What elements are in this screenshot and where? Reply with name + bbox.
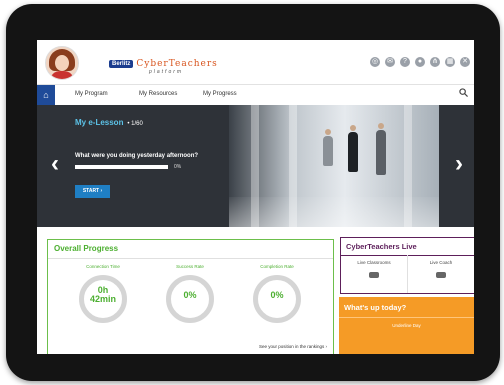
- brand-name: CyberTeachers: [136, 59, 218, 69]
- nav-my-progress[interactable]: My Progress: [203, 91, 237, 97]
- stat-value: 0%: [183, 290, 197, 300]
- completion-rate-stat: Completion Rate 0%: [242, 264, 312, 323]
- question-icon[interactable]: ?: [400, 57, 410, 67]
- stat-value: 0%: [270, 290, 284, 300]
- lesson-question: What were you doing yesterday afternoon?: [75, 153, 199, 159]
- stat-label: Success Rate: [176, 264, 204, 269]
- progress-ring: 0h 42min: [79, 275, 127, 323]
- progress-ring: 0%: [253, 275, 301, 323]
- top-bar: Berlitz CyberTeachers platform ◎ ✉ ? ● ⋔…: [37, 40, 474, 84]
- stat-label: Connection Time: [86, 264, 120, 269]
- nav-my-resources[interactable]: My Resources: [139, 91, 177, 97]
- rankings-link-label: See your position in the rankings: [258, 344, 325, 349]
- stat-label: Completion Rate: [260, 264, 294, 269]
- home-icon[interactable]: ⌂: [37, 85, 55, 105]
- rankings-link[interactable]: See your position in the rankings ›: [259, 344, 327, 349]
- chevron-right-icon: ›: [100, 188, 103, 194]
- connection-time-stat: Connection Time 0h 42min: [68, 264, 138, 323]
- main-nav: ⌂ My Program My Resources My Progress: [37, 84, 474, 106]
- progress-ring: 0%: [166, 275, 214, 323]
- lesson-count: 1/60: [131, 121, 143, 127]
- e-lesson-banner: ‹ › My e-Lesson • 1/60 What were you doi…: [37, 105, 474, 227]
- success-rate-stat: Success Rate 0%: [155, 264, 225, 323]
- today-subtitle: Underline Day: [392, 323, 421, 328]
- live-classrooms-button[interactable]: Live Classrooms: [341, 260, 407, 278]
- app-screen: Berlitz CyberTeachers platform ◎ ✉ ? ● ⋔…: [37, 40, 474, 354]
- live-coach-label: Live Coach: [429, 260, 453, 265]
- chevron-right-icon: ›: [325, 344, 328, 349]
- berlitz-logo: Berlitz: [109, 60, 134, 68]
- overall-progress-panel: Overall Progress Connection Time 0h 42mi…: [47, 239, 334, 354]
- search-icon[interactable]: [459, 88, 468, 97]
- live-coach-button[interactable]: Live Coach: [408, 260, 474, 278]
- overall-progress-title: Overall Progress: [54, 244, 119, 253]
- calendar-icon[interactable]: ▦: [445, 57, 455, 67]
- user-icon[interactable]: ●: [415, 57, 425, 67]
- chat-icon: [436, 272, 446, 278]
- avatar[interactable]: [45, 46, 79, 80]
- nav-my-program[interactable]: My Program: [75, 91, 108, 97]
- start-button[interactable]: START ›: [75, 185, 110, 198]
- previous-arrow-icon[interactable]: ‹: [51, 150, 59, 178]
- brand-subtitle: platform: [149, 69, 184, 75]
- help-icon[interactable]: ◎: [370, 57, 380, 67]
- lesson-progress-bar: [75, 165, 168, 169]
- today-title: What's up today?: [344, 303, 407, 312]
- share-icon[interactable]: ⋔: [430, 57, 440, 67]
- next-arrow-icon[interactable]: ›: [455, 150, 463, 178]
- live-title: CyberTeachers Live: [346, 242, 417, 251]
- live-classrooms-label: Live Classrooms: [357, 260, 391, 265]
- header-icons: ◎ ✉ ? ● ⋔ ▦ ✕: [370, 57, 470, 67]
- whats-up-today-panel: What's up today? Underline Day: [339, 297, 474, 354]
- group-icon: [369, 272, 379, 278]
- cyberteachers-live-panel: CyberTeachers Live Live Classrooms Live …: [340, 237, 474, 294]
- lesson-progress-text: 0%: [174, 164, 182, 170]
- stat-value-minutes: 42min: [89, 294, 116, 304]
- lesson-label: My e-Lesson: [75, 118, 124, 127]
- tablet-frame: Berlitz CyberTeachers platform ◎ ✉ ? ● ⋔…: [6, 4, 500, 381]
- start-label: START: [82, 188, 100, 194]
- mail-icon[interactable]: ✉: [385, 57, 395, 67]
- lesson-title: My e-Lesson • 1/60: [75, 118, 143, 127]
- close-icon[interactable]: ✕: [460, 57, 470, 67]
